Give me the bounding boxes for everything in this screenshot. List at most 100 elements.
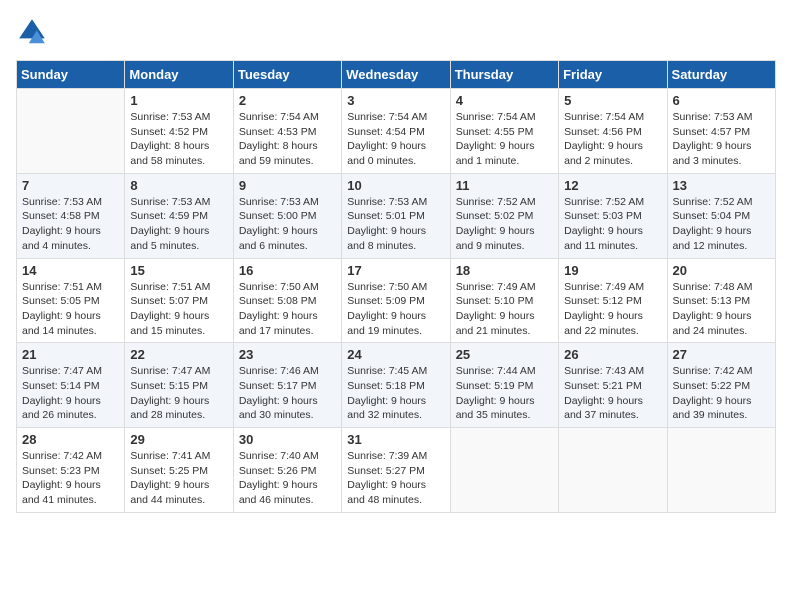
day-number: 19 [564, 263, 661, 278]
day-info: Sunrise: 7:54 AM Sunset: 4:54 PM Dayligh… [347, 110, 444, 169]
day-number: 11 [456, 178, 553, 193]
day-info: Sunrise: 7:45 AM Sunset: 5:18 PM Dayligh… [347, 364, 444, 423]
logo-icon [16, 16, 48, 48]
day-info: Sunrise: 7:42 AM Sunset: 5:22 PM Dayligh… [673, 364, 770, 423]
day-info: Sunrise: 7:43 AM Sunset: 5:21 PM Dayligh… [564, 364, 661, 423]
week-row-0: 1 Sunrise: 7:53 AM Sunset: 4:52 PM Daylig… [17, 89, 776, 174]
day-cell: 8Sunrise: 7:53 AM Sunset: 4:59 PM Daylig… [125, 173, 233, 258]
day-info: Sunrise: 7:53 AM Sunset: 5:00 PM Dayligh… [239, 195, 336, 254]
header-cell-sunday: Sunday [17, 61, 125, 89]
day-number: 7 [22, 178, 119, 193]
header-cell-monday: Monday [125, 61, 233, 89]
day-cell [17, 89, 125, 174]
day-number: 28 [22, 432, 119, 447]
day-cell [450, 428, 558, 513]
day-cell: 10Sunrise: 7:53 AM Sunset: 5:01 PM Dayli… [342, 173, 450, 258]
day-number: 22 [130, 347, 227, 362]
day-cell [559, 428, 667, 513]
day-cell: 19Sunrise: 7:49 AM Sunset: 5:12 PM Dayli… [559, 258, 667, 343]
day-info: Sunrise: 7:46 AM Sunset: 5:17 PM Dayligh… [239, 364, 336, 423]
day-info: Sunrise: 7:52 AM Sunset: 5:03 PM Dayligh… [564, 195, 661, 254]
day-cell: 12 Sunrise: 7:52 AM Sunset: 5:03 PM Dayli… [559, 173, 667, 258]
day-number: 18 [456, 263, 553, 278]
day-cell: 27 Sunrise: 7:42 AM Sunset: 5:22 PM Dayli… [667, 343, 775, 428]
day-cell: 30 Sunrise: 7:40 AM Sunset: 5:26 PM Dayli… [233, 428, 341, 513]
day-number: 27 [673, 347, 770, 362]
day-number: 29 [130, 432, 227, 447]
day-info: Sunrise: 7:53 AM Sunset: 4:52 PM Dayligh… [130, 110, 227, 169]
week-row-2: 14 Sunrise: 7:51 AM Sunset: 5:05 PM Dayli… [17, 258, 776, 343]
day-cell: 7Sunrise: 7:53 AM Sunset: 4:58 PM Daylig… [17, 173, 125, 258]
day-number: 30 [239, 432, 336, 447]
calendar-table: SundayMondayTuesdayWednesdayThursdayFrid… [16, 60, 776, 513]
day-number: 12 [564, 178, 661, 193]
day-info: Sunrise: 7:50 AM Sunset: 5:08 PM Dayligh… [239, 280, 336, 339]
day-info: Sunrise: 7:39 AM Sunset: 5:27 PM Dayligh… [347, 449, 444, 508]
day-info: Sunrise: 7:54 AM Sunset: 4:56 PM Dayligh… [564, 110, 661, 169]
day-info: Sunrise: 7:40 AM Sunset: 5:26 PM Dayligh… [239, 449, 336, 508]
day-info: Sunrise: 7:53 AM Sunset: 5:01 PM Dayligh… [347, 195, 444, 254]
day-info: Sunrise: 7:44 AM Sunset: 5:19 PM Dayligh… [456, 364, 553, 423]
day-cell: 5 Sunrise: 7:54 AM Sunset: 4:56 PM Daylig… [559, 89, 667, 174]
day-info: Sunrise: 7:53 AM Sunset: 4:59 PM Dayligh… [130, 195, 227, 254]
day-cell: 11Sunrise: 7:52 AM Sunset: 5:02 PM Dayli… [450, 173, 558, 258]
day-info: Sunrise: 7:47 AM Sunset: 5:14 PM Dayligh… [22, 364, 119, 423]
day-info: Sunrise: 7:53 AM Sunset: 4:57 PM Dayligh… [673, 110, 770, 169]
day-info: Sunrise: 7:52 AM Sunset: 5:04 PM Dayligh… [673, 195, 770, 254]
day-cell: 31 Sunrise: 7:39 AM Sunset: 5:27 PM Dayli… [342, 428, 450, 513]
day-info: Sunrise: 7:51 AM Sunset: 5:05 PM Dayligh… [22, 280, 119, 339]
header-cell-tuesday: Tuesday [233, 61, 341, 89]
day-number: 16 [239, 263, 336, 278]
day-cell: 1 Sunrise: 7:53 AM Sunset: 4:52 PM Daylig… [125, 89, 233, 174]
header-cell-wednesday: Wednesday [342, 61, 450, 89]
day-number: 17 [347, 263, 444, 278]
day-cell: 13 Sunrise: 7:52 AM Sunset: 5:04 PM Dayli… [667, 173, 775, 258]
day-info: Sunrise: 7:50 AM Sunset: 5:09 PM Dayligh… [347, 280, 444, 339]
day-cell: 25 Sunrise: 7:44 AM Sunset: 5:19 PM Dayli… [450, 343, 558, 428]
header-row: SundayMondayTuesdayWednesdayThursdayFrid… [17, 61, 776, 89]
day-number: 6 [673, 93, 770, 108]
day-cell: 22 Sunrise: 7:47 AM Sunset: 5:15 PM Dayli… [125, 343, 233, 428]
day-info: Sunrise: 7:54 AM Sunset: 4:55 PM Dayligh… [456, 110, 553, 169]
header-cell-saturday: Saturday [667, 61, 775, 89]
day-number: 26 [564, 347, 661, 362]
day-cell: 28 Sunrise: 7:42 AM Sunset: 5:23 PM Dayli… [17, 428, 125, 513]
day-cell: 17 Sunrise: 7:50 AM Sunset: 5:09 PM Dayli… [342, 258, 450, 343]
day-cell: 21 Sunrise: 7:47 AM Sunset: 5:14 PM Dayli… [17, 343, 125, 428]
day-number: 21 [22, 347, 119, 362]
day-info: Sunrise: 7:42 AM Sunset: 5:23 PM Dayligh… [22, 449, 119, 508]
week-row-1: 7Sunrise: 7:53 AM Sunset: 4:58 PM Daylig… [17, 173, 776, 258]
day-cell: 6 Sunrise: 7:53 AM Sunset: 4:57 PM Daylig… [667, 89, 775, 174]
header-cell-thursday: Thursday [450, 61, 558, 89]
day-number: 2 [239, 93, 336, 108]
day-number: 23 [239, 347, 336, 362]
day-number: 13 [673, 178, 770, 193]
day-number: 31 [347, 432, 444, 447]
day-number: 24 [347, 347, 444, 362]
day-number: 25 [456, 347, 553, 362]
day-number: 9 [239, 178, 336, 193]
day-number: 14 [22, 263, 119, 278]
day-info: Sunrise: 7:47 AM Sunset: 5:15 PM Dayligh… [130, 364, 227, 423]
day-cell: 9 Sunrise: 7:53 AM Sunset: 5:00 PM Daylig… [233, 173, 341, 258]
day-cell: 3 Sunrise: 7:54 AM Sunset: 4:54 PM Daylig… [342, 89, 450, 174]
day-info: Sunrise: 7:48 AM Sunset: 5:13 PM Dayligh… [673, 280, 770, 339]
day-cell: 4 Sunrise: 7:54 AM Sunset: 4:55 PM Daylig… [450, 89, 558, 174]
day-number: 15 [130, 263, 227, 278]
day-cell: 16 Sunrise: 7:50 AM Sunset: 5:08 PM Dayli… [233, 258, 341, 343]
day-cell [667, 428, 775, 513]
day-number: 1 [130, 93, 227, 108]
day-number: 20 [673, 263, 770, 278]
day-info: Sunrise: 7:54 AM Sunset: 4:53 PM Dayligh… [239, 110, 336, 169]
day-cell: 23 Sunrise: 7:46 AM Sunset: 5:17 PM Dayli… [233, 343, 341, 428]
day-cell: 14 Sunrise: 7:51 AM Sunset: 5:05 PM Dayli… [17, 258, 125, 343]
page-header [16, 16, 776, 48]
day-number: 5 [564, 93, 661, 108]
week-row-3: 21 Sunrise: 7:47 AM Sunset: 5:14 PM Dayli… [17, 343, 776, 428]
day-cell: 20 Sunrise: 7:48 AM Sunset: 5:13 PM Dayli… [667, 258, 775, 343]
day-info: Sunrise: 7:49 AM Sunset: 5:10 PM Dayligh… [456, 280, 553, 339]
day-number: 3 [347, 93, 444, 108]
day-cell: 29Sunrise: 7:41 AM Sunset: 5:25 PM Dayli… [125, 428, 233, 513]
day-cell: 18 Sunrise: 7:49 AM Sunset: 5:10 PM Dayli… [450, 258, 558, 343]
day-number: 4 [456, 93, 553, 108]
